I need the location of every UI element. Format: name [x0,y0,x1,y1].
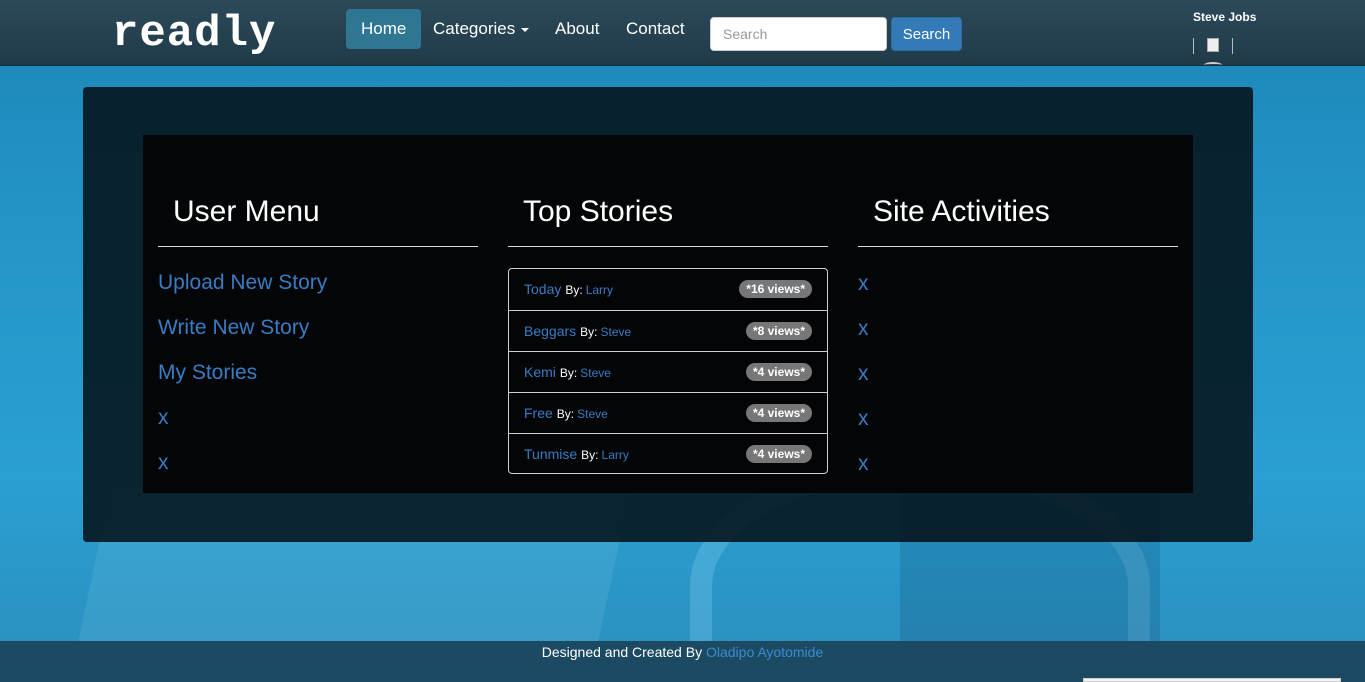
story-author-link[interactable]: Larry [586,283,613,297]
nav-categories-label: Categories [433,19,516,38]
nav-home[interactable]: Home [346,9,422,49]
activity-link[interactable]: x [858,361,869,387]
story-author-link[interactable]: Larry [602,448,629,462]
broken-image-icon[interactable] [1207,38,1219,52]
user-name[interactable]: Steve Jobs [1193,10,1256,24]
activity-link[interactable]: x [858,451,869,477]
story-row: Tunmise By: Larry *4 views* [509,433,827,474]
story-row: Kemi By: Steve *4 views* [509,351,827,392]
footer-author-link[interactable]: Oladipo Ayotomide [706,644,823,660]
bottom-strip [1083,678,1341,682]
story-item: Tunmise By: Larry [524,446,629,462]
story-by-label: By: [580,325,598,339]
story-title-link[interactable]: Tunmise [524,446,577,462]
divider [158,246,478,247]
nav-home-label: Home [361,19,407,38]
story-author-link[interactable]: Steve [580,366,611,380]
brand-logo[interactable]: readly [112,10,276,58]
top-stories-list: Today By: Larry *16 views* Beggars By: Steve… [508,268,828,474]
story-by-label: By: [565,283,583,297]
views-badge: *4 views* [745,363,812,381]
story-item: Free By: Steve [524,405,608,421]
story-row: Today By: Larry *16 views* [509,269,827,310]
story-by-label: By: [559,366,578,380]
story-title-link[interactable]: Free [524,405,553,421]
views-badge: *4 views* [745,404,812,422]
footer-text: Designed and Created By [541,644,703,660]
search-input[interactable] [710,17,887,51]
story-author-link[interactable]: Steve [577,407,608,421]
nav-contact[interactable]: Contact [611,9,700,49]
story-item: Beggars By: Steve [524,323,631,339]
story-by-label: By: [581,448,599,462]
activity-link[interactable]: x [858,406,869,432]
views-badge: *8 views* [745,322,812,340]
story-author-link[interactable]: Steve [601,325,632,339]
activity-link[interactable]: x [858,271,869,297]
story-item: Today By: Larry [524,281,613,297]
user-menu-heading: User Menu [173,195,320,228]
story-title-link[interactable]: Beggars [524,323,576,339]
story-by-label: By: [556,407,575,421]
site-activities-heading: Site Activities [873,195,1050,228]
nav-about[interactable]: About [540,9,614,49]
views-badge: *16 views* [739,280,812,298]
user-menu-section: User Menu Upload New Story Write New Sto… [158,135,478,493]
activity-link[interactable]: x [858,316,869,342]
user-menu-link[interactable]: x [158,405,169,431]
footer: Designed and Created By Oladipo Ayotomid… [0,641,1365,682]
user-menu-link[interactable]: x [158,450,169,476]
divider [858,246,1178,247]
nav-contact-label: Contact [626,19,685,38]
search-button[interactable]: Search [891,17,962,51]
views-badge: *4 views* [745,445,812,463]
user-avatar-container[interactable] [1193,38,1233,54]
site-activities-section: Site Activities x x x x x [858,135,1178,493]
story-title-link[interactable]: Today [524,281,561,297]
avatar-circle-icon [1204,62,1222,68]
upload-new-story-link[interactable]: Upload New Story [158,270,327,296]
divider [508,246,828,247]
top-stories-section: Top Stories Today By: Larry *16 views* Beg… [508,135,828,493]
navbar: readly Home Categories About Contact Sea… [0,0,1365,66]
story-item: Kemi By: Steve [524,364,611,380]
caret-down-icon [521,27,530,32]
write-new-story-link[interactable]: Write New Story [158,315,309,341]
top-stories-heading: Top Stories [523,195,674,228]
nav-categories-dropdown[interactable]: Categories [418,9,544,49]
story-title-link[interactable]: Kemi [524,364,556,380]
my-stories-link[interactable]: My Stories [158,360,257,386]
story-row: Beggars By: Steve *8 views* [509,310,827,351]
story-row: Free By: Steve *4 views* [509,392,827,433]
nav-about-label: About [555,19,600,38]
